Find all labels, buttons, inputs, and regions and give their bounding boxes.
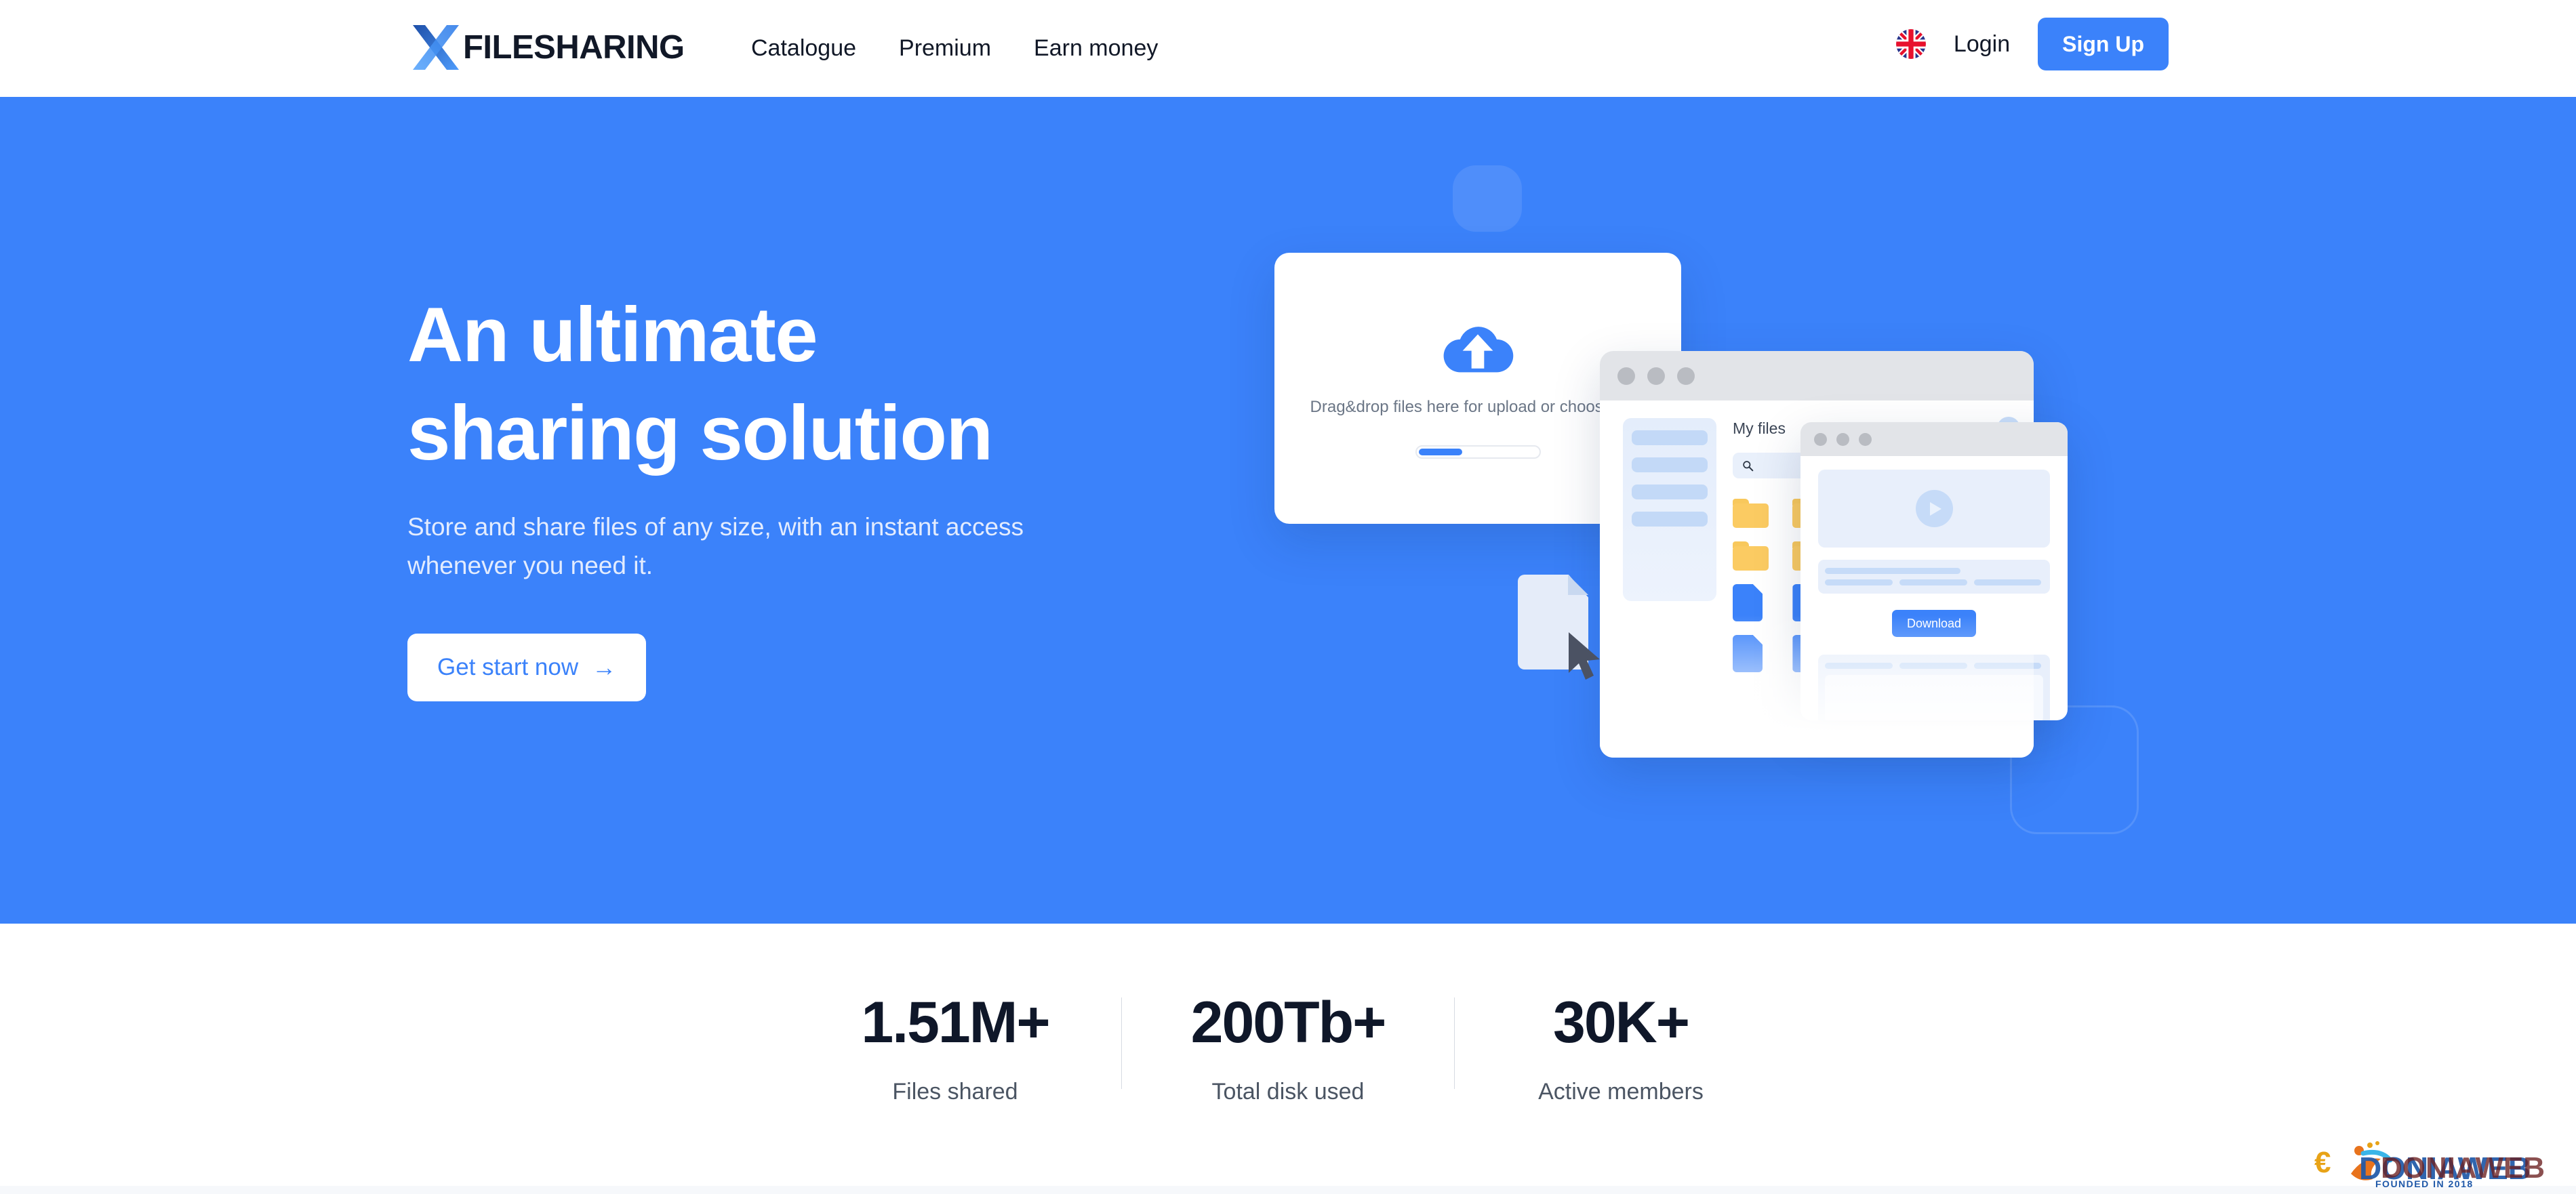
download-window: Download	[1800, 422, 2068, 720]
download-button-wrap: Download	[1818, 610, 2050, 637]
window-dot-close	[1814, 432, 1827, 446]
upload-progress-fill	[1418, 449, 1463, 455]
nav-item-earn-money[interactable]: Earn money	[1034, 37, 1158, 60]
bottom-band	[0, 1186, 2576, 1194]
hero-subtitle: Store and share files of any size, with …	[407, 512, 1024, 579]
site-header: FILESHARING Catalogue Premium Earn money…	[0, 0, 2576, 97]
cta-label: Get start now	[437, 654, 579, 681]
arrow-right-icon: →	[592, 653, 617, 682]
play-icon[interactable]	[1915, 490, 1953, 527]
main-nav: Catalogue Premium Earn money	[751, 37, 1158, 60]
download-bottom-panel	[1818, 655, 2050, 720]
logo-text: FILESHARING	[463, 28, 685, 66]
hero-section: An ultimate sharing solution Store and s…	[0, 97, 2576, 924]
sidebar-placeholder-row	[1632, 430, 1708, 445]
info-bar	[1825, 579, 1893, 585]
sidebar-placeholder-row	[1632, 485, 1708, 499]
watermark-logo: € DONIAWEB DONIAWEB FOUNDED IN 2018	[2314, 1141, 2545, 1189]
get-start-now-button[interactable]: Get start now →	[407, 634, 647, 702]
folder-icon[interactable]	[1733, 541, 1769, 571]
search-icon	[1743, 460, 1754, 471]
mouse-pointer-icon	[1569, 632, 1600, 680]
signup-button[interactable]: Sign Up	[2038, 18, 2169, 70]
file-document-icon[interactable]	[1733, 635, 1763, 672]
page-root: FILESHARING Catalogue Premium Earn money…	[0, 0, 2576, 1194]
stat-active-members: 30K+ Active members	[1455, 993, 1787, 1105]
info-bar	[1899, 579, 1967, 585]
header-actions: Login Sign Up	[1895, 18, 2169, 70]
window-dot-maximize	[1859, 432, 1872, 446]
login-link[interactable]: Login	[1954, 33, 2010, 56]
info-bar	[1899, 663, 1967, 669]
x-logo-icon	[413, 25, 459, 70]
hero-title: An ultimate sharing solution	[407, 287, 1289, 483]
logo[interactable]: FILESHARING	[407, 19, 685, 76]
stat-value: 1.51M+	[861, 990, 1050, 1055]
info-bar	[1973, 663, 2042, 669]
download-bottom-area	[1825, 675, 2043, 720]
stats-row: 1.51M+ Files shared 200Tb+ Total disk us…	[789, 993, 1787, 1105]
sidebar-placeholder-row	[1632, 512, 1708, 527]
folder-icon[interactable]	[1733, 499, 1769, 528]
window-dot-close	[1617, 367, 1635, 385]
info-bar	[1825, 568, 1960, 574]
info-bar-row	[1825, 579, 2043, 585]
stats-section: 1.51M+ Files shared 200Tb+ Total disk us…	[0, 924, 2576, 1186]
upload-progress-bar	[1415, 445, 1541, 459]
window-dot-minimize	[1836, 432, 1849, 446]
window-dot-maximize	[1677, 367, 1695, 385]
nav-item-catalogue[interactable]: Catalogue	[751, 37, 856, 60]
stat-value: 30K+	[1553, 990, 1690, 1055]
info-bar	[1825, 663, 1893, 669]
svg-text:€: €	[2314, 1146, 2331, 1179]
window-dot-minimize	[1647, 367, 1665, 385]
hero-title-line1: An ultimate	[407, 292, 818, 378]
info-bar	[1973, 579, 2042, 585]
stat-label: Files shared	[892, 1079, 1018, 1105]
stat-files-shared: 1.51M+ Files shared	[789, 993, 1121, 1105]
file-document-icon[interactable]	[1733, 584, 1763, 621]
info-bar-row	[1825, 663, 2043, 669]
download-body: Download	[1800, 456, 2068, 720]
hero-title-line2: sharing solution	[407, 390, 993, 476]
file-info-placeholder	[1818, 560, 2050, 594]
sidebar-placeholder-row	[1632, 457, 1708, 472]
window-titlebar	[1800, 422, 2068, 456]
video-preview[interactable]	[1818, 470, 2050, 548]
download-button[interactable]: Download	[1891, 610, 1977, 637]
watermark-tagline: FOUNDED IN 2018	[2375, 1178, 2474, 1189]
hero-content: An ultimate sharing solution Store and s…	[407, 287, 1289, 702]
hero-illustration: My files Drag&drop files here for upload…	[1274, 253, 2223, 924]
window-titlebar	[1600, 351, 2034, 400]
stat-total-disk-used: 200Tb+ Total disk used	[1122, 993, 1454, 1105]
stat-label: Total disk used	[1211, 1079, 1365, 1105]
stat-value: 200Tb+	[1190, 990, 1387, 1055]
cloud-upload-icon	[1443, 327, 1514, 373]
uk-flag-icon[interactable]	[1895, 29, 1926, 59]
stat-label: Active members	[1538, 1079, 1704, 1105]
upload-instruction-text: Drag&drop files here for upload or choos…	[1310, 398, 1646, 416]
play-triangle	[1930, 501, 1941, 516]
files-sidebar	[1623, 418, 1716, 601]
nav-item-premium[interactable]: Premium	[899, 37, 991, 60]
decor-square-filled	[1453, 165, 1522, 232]
